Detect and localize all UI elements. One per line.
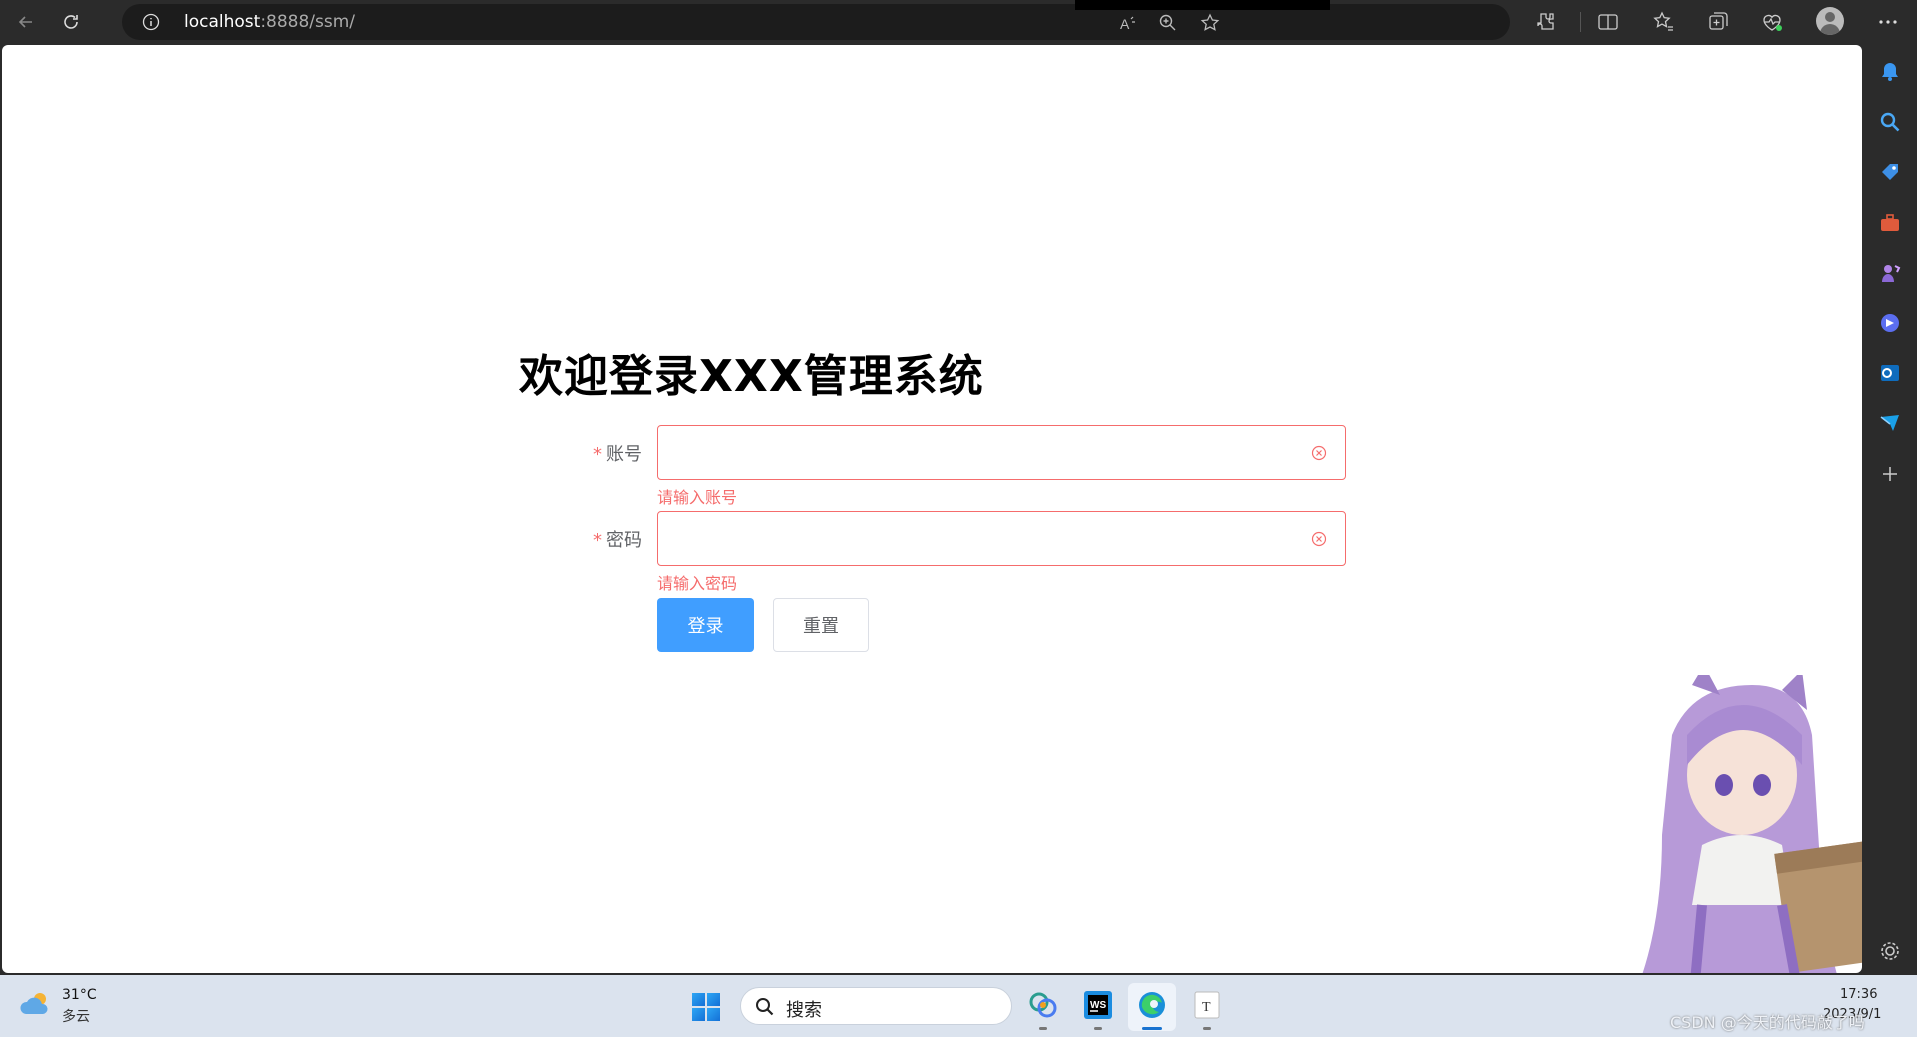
collections-icon[interactable] — [1706, 10, 1730, 34]
extensions-icon[interactable] — [1534, 10, 1558, 34]
csdn-watermark: CSDN @今天的代码敲了吗 — [1670, 1013, 1865, 1032]
search-icon — [756, 998, 774, 1016]
browser-essentials-icon[interactable] — [1760, 10, 1784, 34]
running-indicator — [1203, 1027, 1211, 1030]
overlay-bar — [1075, 0, 1330, 10]
send-icon[interactable] — [1879, 412, 1901, 434]
refresh-button[interactable] — [57, 8, 85, 36]
shopping-tag-icon[interactable] — [1879, 161, 1901, 183]
copilot-app-icon[interactable] — [1027, 989, 1059, 1021]
page-title: 欢迎登录XXX管理系统 — [519, 351, 984, 402]
error-circle-icon — [1311, 531, 1327, 547]
zoom-icon[interactable] — [1158, 13, 1178, 33]
password-label: * 密码 — [588, 526, 642, 552]
taskbar-search[interactable]: 搜索 — [740, 987, 1012, 1025]
profile-avatar[interactable] — [1816, 7, 1844, 35]
browser-toolbar: localhost:8888/ssm/ A — [0, 0, 1917, 44]
toolbar-divider — [1580, 12, 1581, 32]
bell-icon[interactable] — [1879, 60, 1901, 82]
clock-time[interactable]: 17:36 — [1840, 987, 1877, 1002]
copilot-icon[interactable] — [1879, 312, 1901, 334]
password-error: 请输入密码 — [657, 574, 738, 593]
back-button[interactable] — [12, 8, 40, 36]
favorites-icon[interactable] — [1651, 10, 1675, 34]
favorite-star-icon[interactable] — [1200, 13, 1220, 33]
windows-start-icon[interactable] — [692, 993, 720, 1021]
reset-button[interactable]: 重置 — [773, 598, 869, 652]
running-indicator — [1039, 1027, 1047, 1030]
svg-text:A: A — [1120, 16, 1130, 32]
tools-icon[interactable] — [1879, 212, 1901, 234]
games-icon[interactable] — [1879, 262, 1901, 284]
account-error: 请输入账号 — [657, 488, 738, 507]
search-icon[interactable] — [1879, 111, 1901, 133]
search-placeholder: 搜索 — [786, 1000, 822, 1021]
outlook-icon[interactable] — [1879, 362, 1901, 384]
split-screen-icon[interactable] — [1596, 10, 1620, 34]
back-arrow-icon — [18, 16, 32, 28]
cloudy-weather-icon[interactable] — [20, 990, 52, 1016]
running-indicator — [1094, 1027, 1102, 1030]
browser-sidebar — [1862, 44, 1917, 975]
read-aloud-icon[interactable]: A — [1118, 13, 1138, 33]
password-label-text: 密码 — [606, 530, 642, 551]
temperature[interactable]: 31°C — [62, 987, 97, 1003]
login-button[interactable]: 登录 — [657, 598, 754, 652]
account-input[interactable] — [657, 425, 1346, 480]
url-text[interactable]: localhost:8888/ssm/ — [184, 12, 355, 32]
windows-taskbar: 31°C 多云 搜索 WS T 17:36 2023/9/1 CSDN @今天的… — [0, 975, 1917, 1037]
more-options-icon[interactable] — [1876, 10, 1900, 34]
url-path: :8888/ssm/ — [260, 12, 356, 32]
required-mark: * — [593, 444, 602, 465]
account-label: * 账号 — [588, 440, 642, 466]
password-input[interactable] — [657, 511, 1346, 566]
webstorm-icon[interactable]: WS — [1082, 989, 1114, 1021]
error-circle-icon — [1311, 445, 1327, 461]
svg-text:WS: WS — [1090, 1000, 1106, 1011]
page-viewport: 欢迎登录XXX管理系统 * 账号 请输入账号 * 密码 请输入密码 登录 重置 — [2, 45, 1862, 973]
typora-icon[interactable]: T — [1191, 989, 1223, 1021]
svg-text:T: T — [1202, 1000, 1211, 1015]
add-icon[interactable] — [1879, 463, 1901, 485]
weather-condition[interactable]: 多云 — [62, 1006, 90, 1026]
account-label-text: 账号 — [606, 444, 642, 465]
refresh-icon — [64, 15, 78, 29]
info-icon[interactable] — [142, 13, 160, 31]
active-indicator — [1142, 1027, 1162, 1030]
url-host: localhost — [184, 12, 261, 32]
edge-browser-icon[interactable] — [1136, 989, 1168, 1021]
settings-gear-icon[interactable] — [1879, 940, 1901, 962]
required-mark: * — [593, 530, 602, 551]
anime-character-image — [1642, 675, 1862, 973]
